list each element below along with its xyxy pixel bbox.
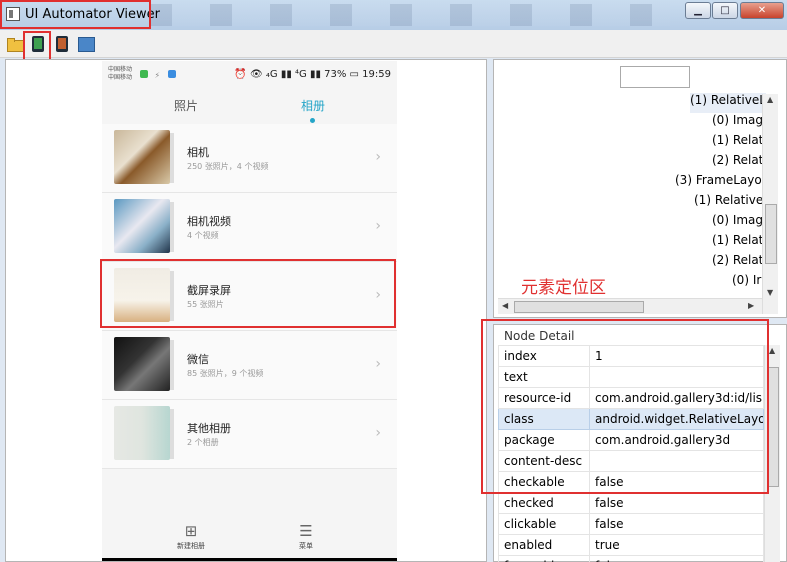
- detail-highlight-box: [481, 319, 769, 494]
- scroll-left-arrow-icon[interactable]: ◀: [502, 301, 508, 310]
- carrier-1: 中国移动: [108, 66, 133, 73]
- menu-label: 菜单: [299, 542, 313, 550]
- album-thumbnail: [114, 199, 170, 253]
- locator-area-annotation: 元素定位区: [521, 278, 606, 298]
- detail-key: enabled: [498, 534, 590, 556]
- tree-node[interactable]: (0) Imag: [712, 213, 763, 233]
- blurred-taskbar: [150, 4, 670, 26]
- new-album-button[interactable]: ⊞ 新建相册: [161, 523, 221, 551]
- tree-horizontal-scrollbar[interactable]: ◀ ▶: [498, 298, 762, 314]
- detail-value: true: [589, 534, 764, 556]
- tree-node[interactable]: (2) Relat: [712, 153, 763, 173]
- list-item[interactable]: 其他相册 2 个相册 ›: [102, 400, 397, 469]
- carrier-2: 中国移动: [108, 74, 133, 81]
- detail-value: false: [589, 513, 764, 535]
- tree-node[interactable]: (1) Relat: [712, 133, 763, 153]
- detail-key: clickable: [498, 513, 590, 535]
- menu-button[interactable]: ☰ 菜单: [276, 523, 336, 551]
- table-row[interactable]: checked false: [498, 492, 764, 514]
- save-icon[interactable]: [77, 35, 95, 53]
- chevron-right-icon: ›: [375, 425, 381, 441]
- tree-node[interactable]: (3) FrameLayou: [675, 173, 769, 193]
- chevron-right-icon: ›: [375, 356, 381, 372]
- bottom-action-bar: ⊞ 新建相册 ☰ 菜单: [102, 515, 397, 561]
- album-thumbnail: [114, 406, 170, 460]
- status-right: ⏰ 👁 ₄G ▮▮ ⁴G ▮▮ 73% ▭ 19:59: [234, 69, 391, 80]
- album-name: 相机: [187, 146, 209, 159]
- album-highlight-box: [100, 259, 396, 328]
- tree-node[interactable]: (2) Relat: [712, 253, 763, 273]
- thumbnail-stack: [170, 409, 174, 459]
- album-name: 相机视频: [187, 215, 231, 228]
- list-item[interactable]: 微信 85 张照片，9 个视频 ›: [102, 331, 397, 400]
- title-highlight-box: [0, 0, 151, 29]
- table-row[interactable]: enabled true: [498, 534, 764, 556]
- scroll-up-arrow-icon[interactable]: ▲: [767, 95, 773, 104]
- album-name: 微信: [187, 353, 209, 366]
- scroll-thumb[interactable]: [514, 301, 644, 313]
- navigation-bar: [102, 558, 397, 561]
- table-row[interactable]: focusablefalse: [498, 555, 764, 562]
- album-thumbnail: [114, 337, 170, 391]
- album-count: 2 个相册: [187, 438, 219, 447]
- album-thumbnail: [114, 130, 170, 184]
- menu-icon: ☰: [299, 522, 313, 540]
- tree-search-input[interactable]: [620, 66, 690, 88]
- thumbnail-stack: [170, 202, 174, 252]
- tab-photos[interactable]: 照片: [174, 97, 198, 114]
- chevron-right-icon: ›: [375, 149, 381, 165]
- chevron-right-icon: ›: [375, 218, 381, 234]
- detail-key: focusable: [498, 555, 590, 562]
- toolbar: [0, 30, 787, 58]
- table-row[interactable]: clickable false: [498, 513, 764, 535]
- thumbnail-stack: [170, 133, 174, 183]
- tab-albums[interactable]: 相册: [301, 97, 325, 114]
- status-bar: 中国移动 中国移动 ⚡ ⏰ 👁 ₄G ▮▮ ⁴G ▮▮ 73% ▭ 19:59: [102, 61, 397, 91]
- scroll-up-arrow-icon[interactable]: ▲: [769, 346, 775, 355]
- folder-open-icon[interactable]: [6, 35, 24, 53]
- album-count: 4 个视频: [187, 231, 219, 240]
- maximize-button[interactable]: □: [712, 2, 738, 19]
- list-item[interactable]: 相机视频 4 个视频 ›: [102, 193, 397, 262]
- tree-vertical-scrollbar[interactable]: ▲ ▼: [762, 94, 778, 314]
- tree-node[interactable]: (1) RelativeL: [690, 93, 766, 113]
- gallery-tabs: 照片 相册: [102, 91, 397, 123]
- scroll-down-arrow-icon[interactable]: ▼: [767, 288, 773, 297]
- list-item[interactable]: 相机 250 张照片，4 个视频 ›: [102, 124, 397, 193]
- album-count: 250 张照片，4 个视频: [187, 162, 269, 171]
- tree-node[interactable]: (1) Relat: [712, 233, 763, 253]
- scroll-thumb[interactable]: [765, 204, 777, 264]
- minimize-button[interactable]: ▁: [685, 2, 711, 19]
- tree-node[interactable]: (0) Ir: [732, 273, 761, 293]
- thumbnail-stack: [170, 340, 174, 390]
- tree-node[interactable]: (1) RelativeL: [694, 193, 770, 213]
- detail-value: false: [589, 555, 764, 562]
- notification-icons: ⚡: [140, 70, 177, 80]
- detail-key: checked: [498, 492, 590, 514]
- scroll-right-arrow-icon[interactable]: ▶: [748, 301, 754, 310]
- device-screenshot-compressed-icon[interactable]: [53, 35, 71, 53]
- plus-square-icon: ⊞: [184, 522, 198, 540]
- close-button[interactable]: ✕: [740, 2, 784, 19]
- new-album-label: 新建相册: [177, 542, 205, 550]
- tree-node[interactable]: (0) Imag: [712, 113, 763, 133]
- detail-value: false: [589, 492, 764, 514]
- album-name: 其他相册: [187, 422, 231, 435]
- carrier-text: 中国移动 中国移动: [108, 66, 132, 82]
- active-tab-indicator: [310, 118, 315, 123]
- album-count: 85 张照片，9 个视频: [187, 369, 264, 378]
